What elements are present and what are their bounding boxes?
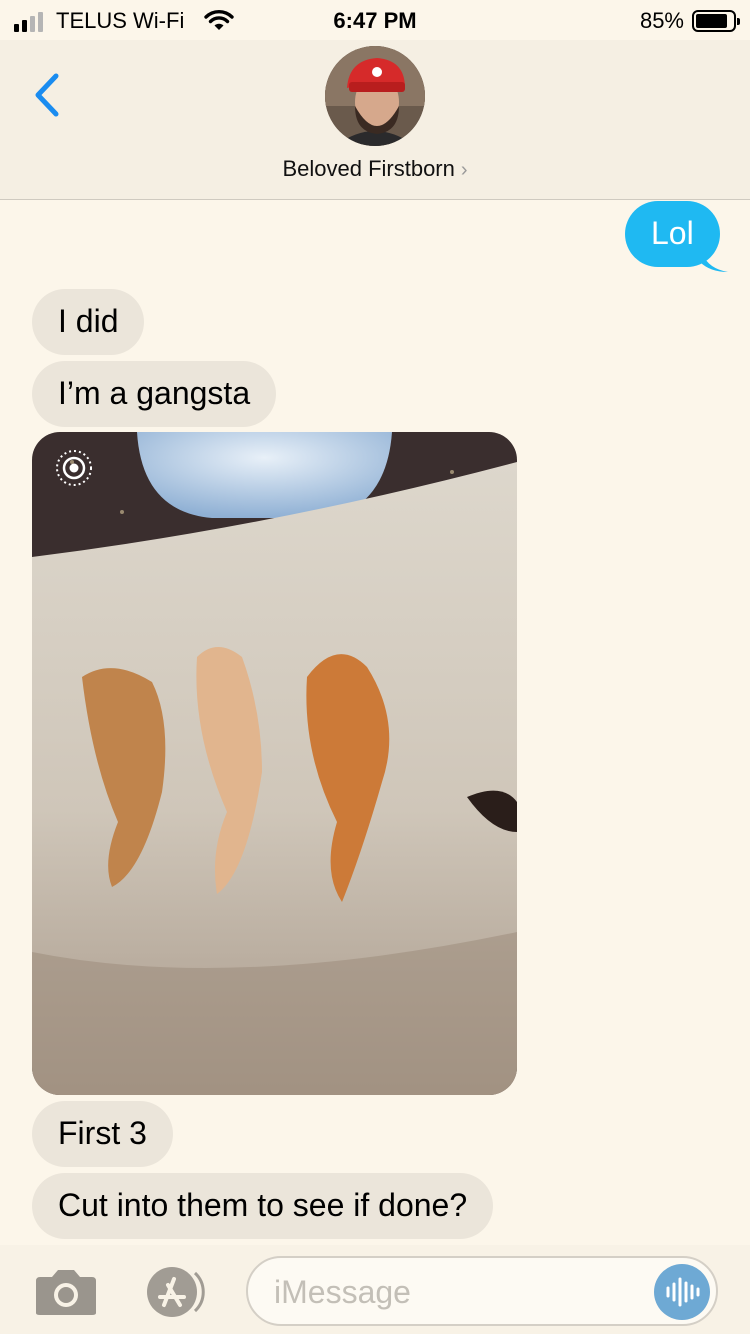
status-bar: TELUS Wi-Fi 6:47 PM 85% <box>0 0 750 40</box>
compose-bar: iMessage <box>0 1245 750 1334</box>
message-bubble-incoming[interactable]: Cut into them to see if done? <box>32 1173 494 1239</box>
photo-image <box>32 432 517 1095</box>
back-button[interactable] <box>28 70 68 120</box>
message-photo[interactable] <box>32 432 517 1095</box>
audio-waveform-icon <box>666 1277 700 1307</box>
message-bubble-incoming[interactable]: First 3 <box>32 1101 173 1167</box>
bubble-tail <box>700 246 728 272</box>
avatar-photo <box>325 46 425 146</box>
app-store-icon[interactable] <box>140 1265 214 1319</box>
message-input-placeholder: iMessage <box>274 1274 411 1310</box>
status-time: 6:47 PM <box>333 8 417 33</box>
audio-message-button[interactable] <box>654 1264 710 1320</box>
conversation-header: Beloved Firstborn › <box>0 40 750 200</box>
chevron-right-icon: › <box>460 159 468 181</box>
contact-name: Beloved Firstborn <box>282 156 455 181</box>
live-photo-icon <box>56 450 92 486</box>
camera-icon[interactable] <box>34 1267 98 1317</box>
battery-level <box>696 14 727 28</box>
contact-name-button[interactable]: Beloved Firstborn › <box>0 156 750 182</box>
contact-avatar[interactable] <box>325 46 425 146</box>
battery-percent: 85% <box>639 8 684 33</box>
message-bubble-incoming[interactable]: I’m a gangsta <box>32 361 277 427</box>
message-bubble-incoming[interactable]: I did <box>32 289 145 355</box>
battery-icon <box>692 10 740 32</box>
message-input[interactable]: iMessage <box>246 1256 718 1326</box>
